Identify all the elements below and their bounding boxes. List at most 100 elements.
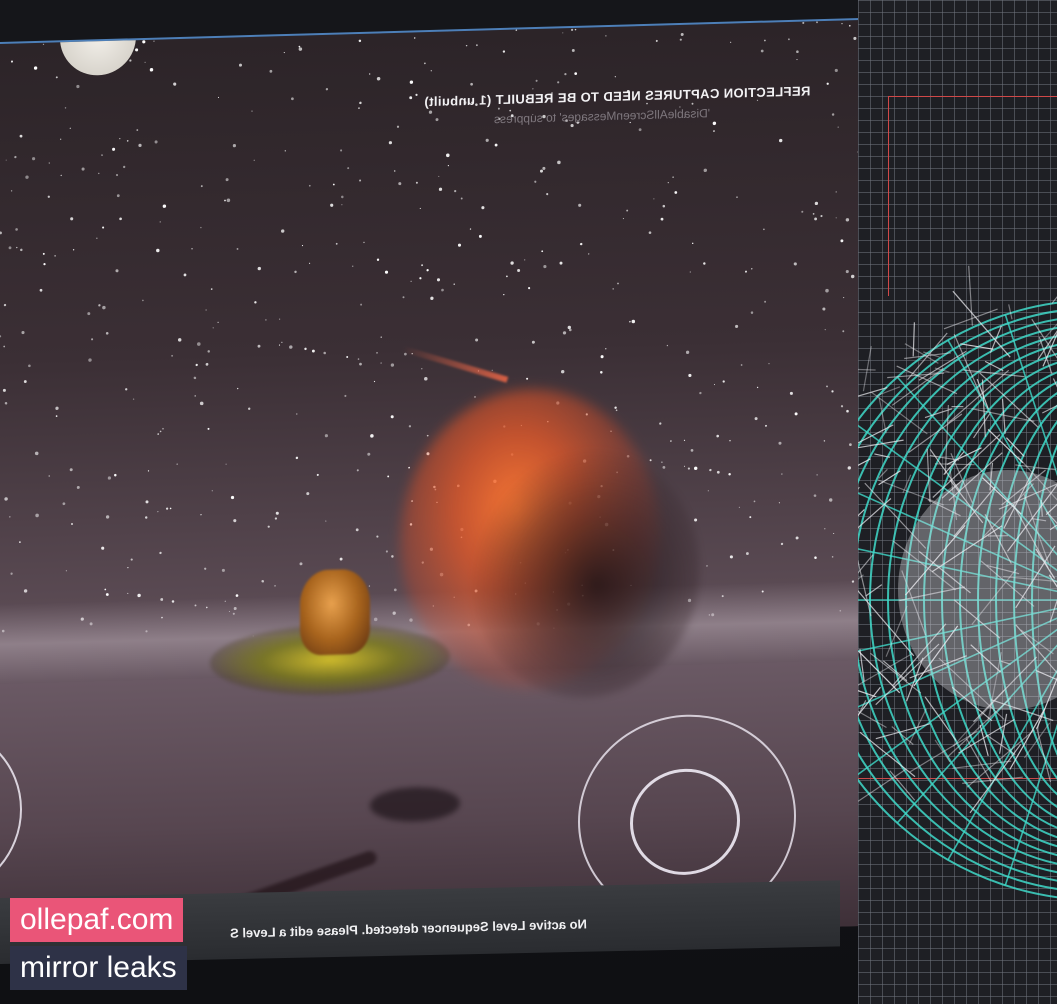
star	[820, 214, 823, 218]
star	[738, 506, 741, 508]
wire-mesh-edge	[889, 770, 916, 801]
star	[369, 73, 371, 75]
star	[269, 69, 273, 73]
star	[688, 373, 692, 378]
star	[23, 589, 28, 593]
star	[485, 138, 489, 142]
wire-mesh-edge	[979, 372, 1039, 428]
star	[570, 123, 574, 128]
star	[398, 182, 402, 186]
star	[828, 498, 833, 502]
star	[355, 528, 359, 532]
star	[763, 228, 765, 231]
star	[48, 162, 50, 164]
star	[142, 40, 146, 44]
star	[409, 96, 413, 100]
star	[778, 441, 782, 445]
star	[691, 102, 694, 105]
star	[703, 262, 706, 265]
star	[835, 217, 837, 219]
star	[780, 542, 784, 546]
star	[728, 472, 731, 476]
star	[524, 259, 526, 261]
star	[768, 363, 770, 365]
star	[781, 473, 783, 475]
wire-mesh-edge	[858, 690, 877, 698]
star	[341, 204, 343, 206]
star	[145, 500, 149, 504]
star	[615, 409, 618, 412]
star	[176, 463, 178, 465]
star	[764, 300, 767, 303]
star	[4, 497, 8, 501]
star	[344, 394, 347, 397]
star	[825, 288, 829, 293]
star	[65, 570, 68, 572]
star	[197, 342, 201, 346]
wire-mesh-edge	[865, 584, 883, 597]
star	[795, 536, 799, 540]
star	[233, 519, 237, 523]
star	[826, 385, 828, 388]
star	[646, 102, 648, 105]
editor-wireframe-viewport[interactable]	[858, 0, 1057, 1004]
star	[19, 134, 23, 138]
star	[236, 248, 239, 250]
star	[600, 371, 603, 374]
star	[814, 201, 819, 206]
star	[25, 175, 29, 179]
star	[833, 533, 835, 535]
star	[574, 28, 577, 31]
star	[396, 125, 400, 128]
star	[735, 324, 739, 328]
game-viewport[interactable]: REFLECTION CAPTURES NEED TO BE REBUILT (…	[0, 17, 860, 950]
star	[662, 204, 666, 208]
star	[3, 345, 6, 348]
star	[10, 60, 14, 63]
wire-mesh-edge	[870, 391, 928, 435]
star	[4, 401, 8, 405]
star	[571, 49, 575, 52]
star	[21, 330, 25, 335]
star	[614, 406, 617, 409]
star	[142, 299, 144, 302]
star	[441, 288, 444, 292]
star	[510, 261, 514, 265]
star	[415, 181, 418, 184]
star	[387, 475, 390, 478]
star	[478, 234, 482, 238]
star	[561, 369, 565, 374]
star	[16, 246, 18, 249]
star	[438, 187, 443, 191]
star	[562, 32, 564, 34]
star	[629, 320, 631, 323]
star	[687, 467, 691, 470]
star	[816, 474, 818, 476]
star	[570, 28, 574, 31]
star	[211, 490, 213, 492]
star	[393, 170, 396, 172]
star	[104, 588, 107, 591]
star	[105, 515, 110, 519]
star	[824, 528, 826, 530]
star	[754, 417, 758, 421]
star	[205, 309, 207, 311]
star	[165, 507, 169, 510]
wire-mesh-edge	[904, 343, 939, 364]
star	[191, 247, 193, 250]
wire-mesh-edge	[1001, 398, 1006, 434]
star	[157, 433, 159, 435]
star	[390, 363, 395, 367]
star	[760, 49, 764, 53]
star	[323, 351, 326, 355]
star	[534, 180, 537, 183]
star	[750, 311, 754, 314]
star	[691, 242, 694, 245]
wire-mesh-edge	[981, 379, 986, 437]
star	[653, 198, 655, 200]
star	[226, 198, 231, 203]
star	[740, 364, 743, 366]
star	[689, 271, 691, 273]
star	[332, 183, 335, 186]
star	[316, 473, 319, 476]
